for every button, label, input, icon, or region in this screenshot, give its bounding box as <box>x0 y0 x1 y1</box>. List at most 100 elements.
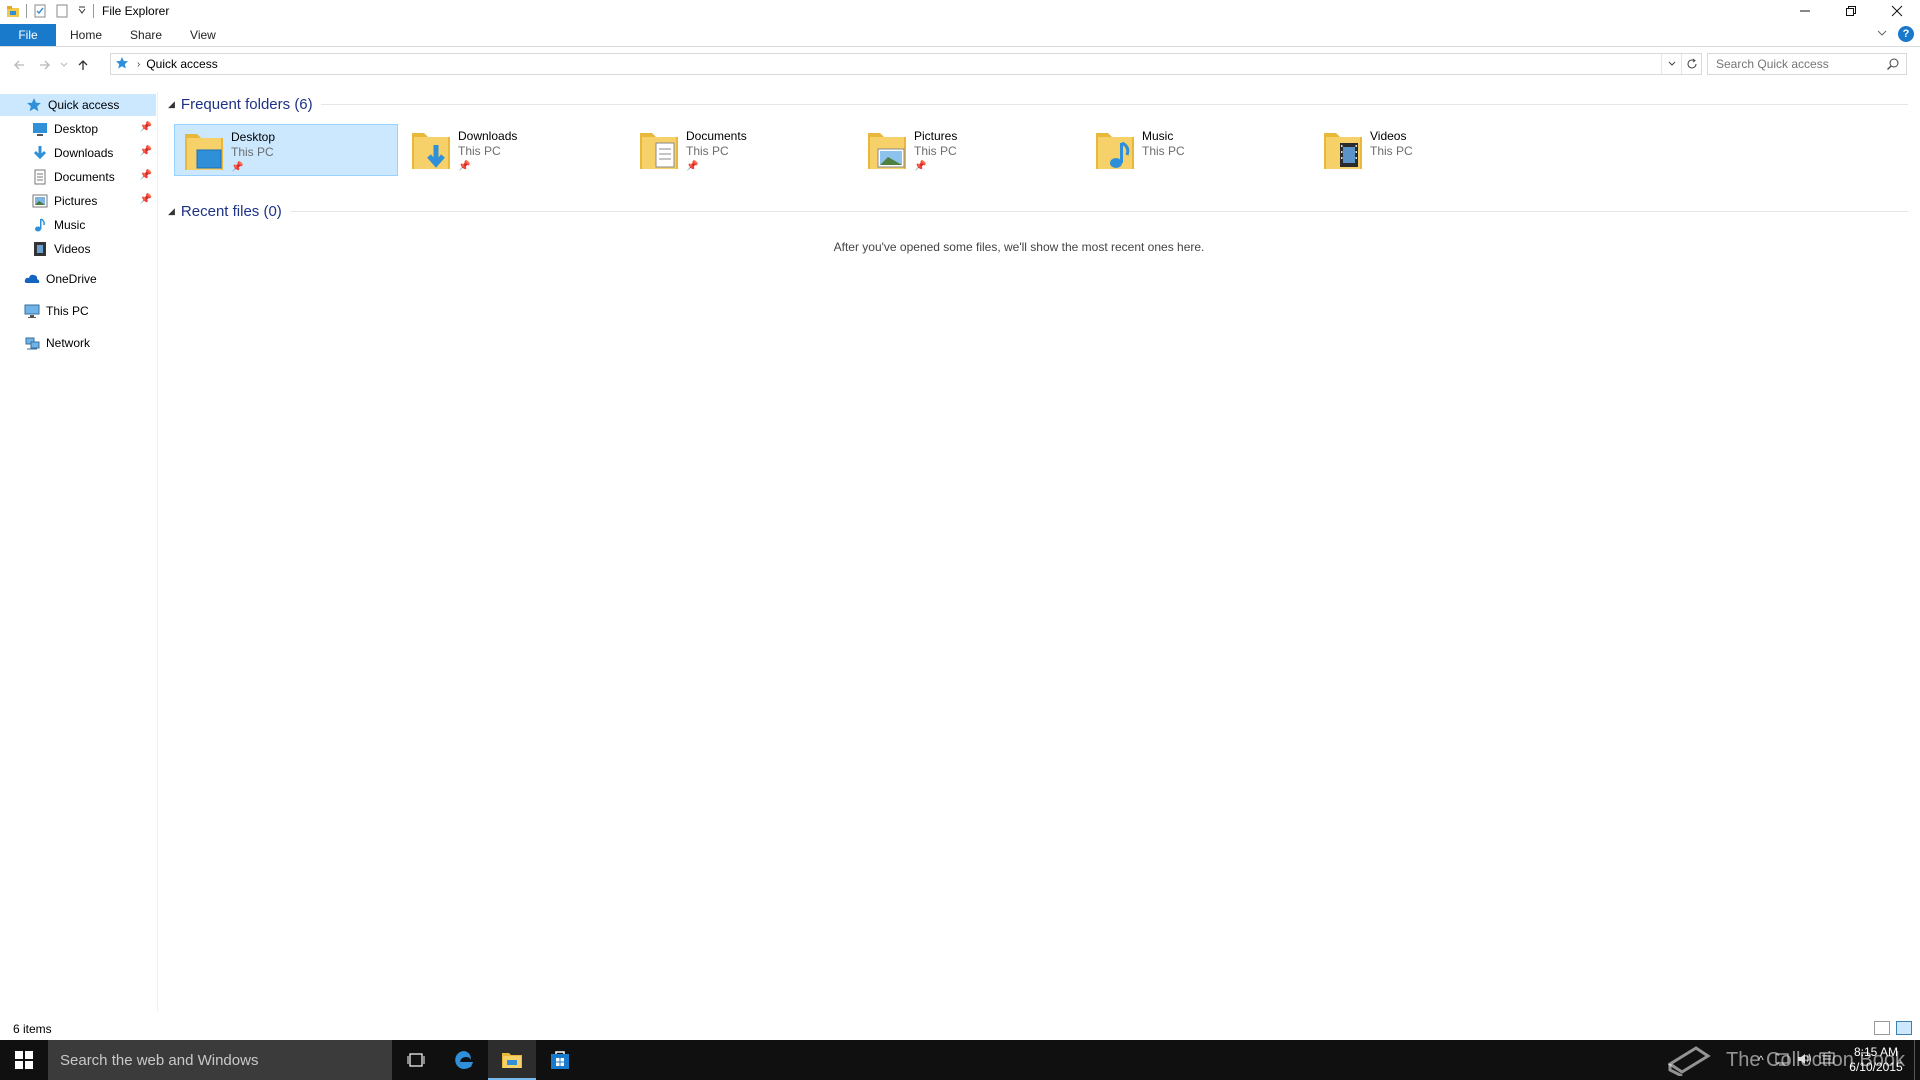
quick-access-star-icon <box>115 56 129 73</box>
folder-tile-documents[interactable]: Documents This PC 📌 <box>630 124 854 176</box>
taskbar-search-box[interactable]: Search the web and Windows <box>48 1040 392 1080</box>
folder-tile-videos[interactable]: Videos This PC <box>1314 124 1538 176</box>
ribbon-tabs: File Home Share View ? <box>0 24 1920 47</box>
toolbar-separator <box>93 4 94 18</box>
pictures-folder-icon <box>866 127 910 173</box>
volume-icon[interactable] <box>1794 1052 1816 1069</box>
nav-item-downloads[interactable]: Downloads 📌 <box>0 142 156 164</box>
collapse-triangle-icon[interactable]: ◢ <box>168 99 175 110</box>
show-hidden-icons-chevron-icon[interactable]: ^ <box>1750 1053 1772 1067</box>
folder-name: Videos <box>1370 129 1407 143</box>
pin-icon: 📌 <box>139 146 152 157</box>
start-button[interactable] <box>0 1040 48 1080</box>
folder-tile-downloads[interactable]: Downloads This PC 📌 <box>402 124 626 176</box>
customize-toolbar-chevron-icon[interactable] <box>77 4 87 18</box>
ribbon-right-controls: ? <box>1876 26 1914 42</box>
breadcrumb-chevron-icon[interactable]: › <box>137 59 140 70</box>
pictures-icon <box>32 193 48 209</box>
nav-item-documents[interactable]: Documents 📌 <box>0 166 156 188</box>
breadcrumb-quick-access[interactable]: Quick access <box>146 57 217 71</box>
nav-item-videos[interactable]: Videos <box>0 238 156 260</box>
properties-icon[interactable] <box>33 4 47 18</box>
downloads-folder-icon <box>410 127 454 173</box>
window-controls <box>1782 0 1920 22</box>
search-input[interactable] <box>1716 57 1876 71</box>
folder-tile-text: Documents This PC 📌 <box>686 129 747 174</box>
address-bar-controls <box>1661 54 1701 74</box>
downloads-icon <box>32 145 48 161</box>
folder-tile-music[interactable]: Music This PC <box>1086 124 1310 176</box>
nav-item-pictures[interactable]: Pictures 📌 <box>0 190 156 212</box>
content-pane: ◢ Frequent folders (6) Desktop This PC 📌… <box>160 92 1920 1012</box>
back-button[interactable] <box>6 54 32 76</box>
details-view-icon[interactable] <box>1874 1021 1890 1035</box>
search-box[interactable] <box>1707 53 1907 75</box>
pin-icon: 📌 <box>139 170 152 181</box>
address-row: › Quick access <box>0 52 1920 77</box>
folder-name: Downloads <box>458 129 518 143</box>
nav-label: OneDrive <box>46 272 97 286</box>
this-pc-icon <box>24 303 40 319</box>
large-icons-view-icon[interactable] <box>1896 1021 1912 1035</box>
group-header-label: Recent files (0) <box>180 202 282 220</box>
minimize-button[interactable] <box>1782 0 1828 22</box>
frequent-folders-header[interactable]: ◢ Frequent folders (6) <box>168 93 1908 115</box>
quick-access-toolbar <box>0 0 96 22</box>
videos-folder-icon <box>1322 127 1366 173</box>
nav-label: Quick access <box>48 98 120 112</box>
address-history-chevron-icon[interactable] <box>1661 54 1681 74</box>
store-icon <box>551 1051 569 1069</box>
show-desktop-button[interactable] <box>1914 1040 1920 1080</box>
help-icon[interactable]: ? <box>1898 26 1914 42</box>
nav-item-music[interactable]: Music <box>0 214 156 236</box>
pin-icon: 📌 <box>231 162 244 173</box>
up-button[interactable] <box>70 54 96 76</box>
folder-tile-text: Pictures This PC 📌 <box>914 129 957 174</box>
folder-icon <box>502 1053 522 1068</box>
file-explorer-taskbar-button[interactable] <box>488 1040 536 1080</box>
store-taskbar-button[interactable] <box>536 1040 584 1080</box>
navigation-pane: Quick access Desktop 📌 Downloads 📌 Docum… <box>0 92 158 1012</box>
tab-share[interactable]: Share <box>116 24 176 46</box>
folder-tile-pictures[interactable]: Pictures This PC 📌 <box>858 124 1082 176</box>
title-bar: File Explorer <box>0 0 1920 22</box>
nav-item-this-pc[interactable]: This PC <box>0 300 156 322</box>
close-button[interactable] <box>1874 0 1920 22</box>
nav-label: Downloads <box>54 146 114 160</box>
folder-tile-desktop[interactable]: Desktop This PC 📌 <box>174 124 398 176</box>
tab-home[interactable]: Home <box>56 24 116 46</box>
folder-location: This PC <box>1142 144 1185 158</box>
tab-file[interactable]: File <box>0 24 56 46</box>
task-view-button[interactable] <box>392 1040 440 1080</box>
tab-view[interactable]: View <box>176 24 230 46</box>
expand-ribbon-chevron-icon[interactable] <box>1876 27 1888 42</box>
action-center-icon[interactable] <box>1816 1052 1838 1069</box>
nav-item-onedrive[interactable]: OneDrive <box>0 268 156 290</box>
desktop-icon <box>32 121 48 137</box>
nav-item-desktop[interactable]: Desktop 📌 <box>0 118 156 140</box>
taskbar-clock[interactable]: 8:15 AM 6/10/2015 <box>1838 1045 1914 1075</box>
group-header-divider <box>320 103 1908 105</box>
recent-files-header[interactable]: ◢ Recent files (0) <box>168 200 1908 222</box>
new-folder-icon[interactable] <box>55 4 69 18</box>
nav-label: Documents <box>54 170 115 184</box>
file-explorer-window: File Explorer File Home Share View ? › Q… <box>0 0 1920 1040</box>
pin-icon: 📌 <box>139 194 152 205</box>
edge-taskbar-button[interactable] <box>440 1040 488 1080</box>
search-icon[interactable] <box>1886 57 1900 71</box>
recent-locations-button[interactable] <box>58 54 70 76</box>
restore-button[interactable] <box>1828 0 1874 22</box>
recent-files-empty-message: After you've opened some files, we'll sh… <box>833 240 1205 254</box>
window-title: File Explorer <box>102 4 170 18</box>
nav-quick-access[interactable]: Quick access <box>0 94 156 116</box>
forward-button[interactable] <box>32 54 58 76</box>
refresh-icon[interactable] <box>1681 54 1701 74</box>
nav-item-network[interactable]: Network <box>0 332 156 354</box>
folder-tile-text: Desktop This PC 📌 <box>231 130 275 175</box>
nav-label: Desktop <box>54 122 99 136</box>
file-explorer-app-icon[interactable] <box>6 4 20 18</box>
toolbar-separator <box>26 4 27 18</box>
collapse-triangle-icon[interactable]: ◢ <box>168 206 175 217</box>
network-tray-icon[interactable] <box>1772 1052 1794 1069</box>
address-bar[interactable]: › Quick access <box>110 53 1702 75</box>
